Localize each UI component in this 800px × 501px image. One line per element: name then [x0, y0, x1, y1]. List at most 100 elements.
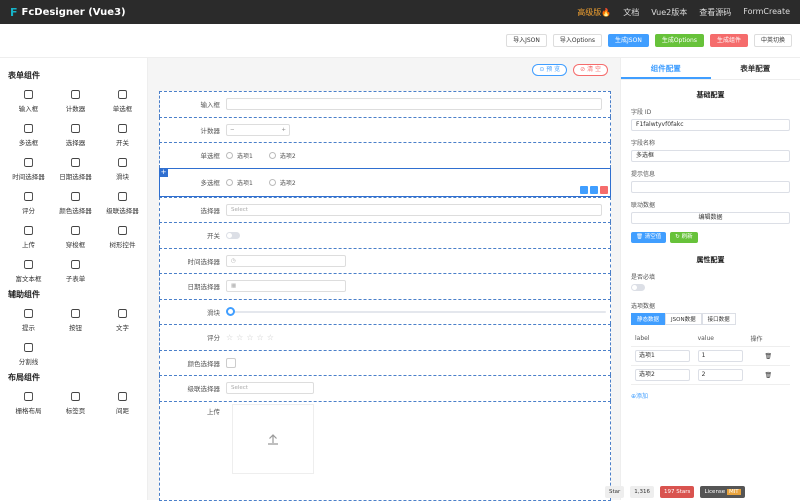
component-item[interactable]: 分割线	[6, 342, 51, 366]
number-stepper[interactable]: −+	[226, 124, 290, 136]
clear-value-button[interactable]: 🗑 清空值	[631, 232, 666, 243]
trash-icon[interactable]: 🗑	[747, 347, 790, 366]
field-switch[interactable]: 开关	[159, 222, 611, 248]
generate-options-button[interactable]: 生成Options	[655, 34, 704, 47]
nav-pro[interactable]: 高级版🔥	[577, 7, 611, 18]
plus-icon[interactable]: +	[281, 125, 286, 135]
copy-icon[interactable]	[590, 186, 598, 194]
add-icon[interactable]	[580, 186, 588, 194]
option-label-input[interactable]: 选项2	[635, 369, 690, 381]
component-item[interactable]: 单选框	[100, 89, 145, 113]
import-json-button[interactable]: 导入JSON	[506, 34, 547, 47]
radio-option[interactable]: 选项2	[269, 151, 296, 160]
component-item[interactable]: 级联选择器	[100, 191, 145, 215]
option-value-input[interactable]: 1	[698, 350, 743, 362]
field-color[interactable]: 颜色选择器	[159, 350, 611, 376]
component-item[interactable]: 选择器	[53, 123, 98, 147]
upload-area[interactable]	[232, 404, 314, 474]
preview-button[interactable]: ⊙ 预 览	[532, 64, 567, 76]
drag-handle-icon[interactable]: +	[159, 168, 168, 177]
nav-source[interactable]: 查看源码	[699, 7, 731, 18]
tab-form-config[interactable]: 表单配置	[711, 58, 800, 79]
segment-static[interactable]: 静态数据	[631, 313, 665, 325]
delete-icon[interactable]	[600, 186, 608, 194]
star-icon[interactable]: ☆	[246, 333, 253, 342]
star-icon[interactable]: ☆	[236, 333, 243, 342]
minus-icon[interactable]: −	[230, 125, 235, 135]
generate-json-button[interactable]: 生成JSON	[608, 34, 649, 47]
component-item[interactable]: 滑块	[100, 157, 145, 181]
option-label-input[interactable]: 选项1	[635, 350, 690, 362]
component-item[interactable]: 计数器	[53, 89, 98, 113]
nav-vue2[interactable]: Vue2版本	[651, 7, 687, 18]
component-item[interactable]: 开关	[100, 123, 145, 147]
component-item[interactable]: 颜色选择器	[53, 191, 98, 215]
radio-option[interactable]: 选项1	[226, 151, 253, 160]
select-input[interactable]: Select	[226, 204, 602, 216]
nav-formcreate[interactable]: FormCreate	[743, 7, 790, 18]
component-item[interactable]: 子表单	[53, 259, 98, 283]
component-item[interactable]: 间距	[100, 391, 145, 415]
component-item[interactable]: 多选框	[6, 123, 51, 147]
component-item[interactable]: 穿梭框	[53, 225, 98, 249]
color-swatch[interactable]	[226, 358, 236, 368]
component-item[interactable]: 富文本框	[6, 259, 51, 283]
stars-badge[interactable]: 197 Stars	[660, 486, 694, 498]
slider-handle[interactable]	[226, 307, 235, 316]
refresh-button[interactable]: ↻ 刷新	[670, 232, 697, 243]
field-rate[interactable]: 评分 ☆☆☆☆☆	[159, 324, 611, 350]
option-value-input[interactable]: 2	[698, 369, 743, 381]
cascader-input[interactable]: Select	[226, 382, 314, 394]
component-item[interactable]: 时间选择器	[6, 157, 51, 181]
component-item[interactable]: 评分	[6, 191, 51, 215]
nav-docs[interactable]: 文档	[623, 7, 639, 18]
required-switch[interactable]	[631, 284, 645, 291]
field-date[interactable]: 日期选择器 ▦	[159, 273, 611, 299]
checkbox-option[interactable]: 选项1	[226, 178, 253, 187]
import-options-button[interactable]: 导入Options	[553, 34, 602, 47]
switch-toggle[interactable]	[226, 232, 240, 239]
component-item[interactable]: 树形控件	[100, 225, 145, 249]
license-badge[interactable]: License MIT	[700, 486, 744, 498]
field-checkbox-selected[interactable]: + 多选框 选项1 选项2	[159, 168, 611, 197]
field-id-input[interactable]: F1falwtyvf0fakc	[631, 119, 790, 131]
edit-data-button[interactable]: 编辑数据	[631, 212, 790, 224]
hint-input[interactable]	[631, 181, 790, 193]
field-select[interactable]: 选择器 Select	[159, 197, 611, 223]
text-input[interactable]	[226, 98, 602, 110]
checkbox-option[interactable]: 选项2	[269, 178, 296, 187]
star-icon[interactable]: ☆	[226, 333, 233, 342]
rating-stars[interactable]: ☆☆☆☆☆	[226, 333, 610, 342]
time-picker[interactable]: ◷	[226, 255, 346, 267]
field-name-input[interactable]: 多选框	[631, 150, 790, 162]
language-switch-button[interactable]: 中英切换	[754, 34, 792, 47]
component-item[interactable]: 标签页	[53, 391, 98, 415]
field-input[interactable]: 输入框	[159, 91, 611, 117]
trash-icon[interactable]: 🗑	[747, 366, 790, 385]
field-counter[interactable]: 计数器 −+	[159, 117, 611, 143]
field-time[interactable]: 时间选择器 ◷	[159, 248, 611, 274]
github-star-button[interactable]: Star	[605, 486, 624, 498]
segment-json[interactable]: JSON数据	[665, 313, 702, 325]
field-radio[interactable]: 单选框 选项1 选项2	[159, 142, 611, 168]
component-item[interactable]: 按钮	[53, 308, 98, 332]
date-picker[interactable]: ▦	[226, 280, 346, 292]
component-item[interactable]: 输入框	[6, 89, 51, 113]
segment-api[interactable]: 接口数据	[702, 313, 736, 325]
star-count[interactable]: 1,316	[630, 486, 654, 498]
clear-button[interactable]: ⊘ 清 空	[573, 64, 608, 76]
component-item[interactable]: 提示	[6, 308, 51, 332]
field-slider[interactable]: 滑块	[159, 299, 611, 325]
generate-component-button[interactable]: 生成组件	[710, 34, 748, 47]
component-item[interactable]: 日期选择器	[53, 157, 98, 181]
star-icon[interactable]: ☆	[267, 333, 274, 342]
add-option-button[interactable]: ⊕添加	[631, 391, 790, 400]
slider-track[interactable]	[230, 311, 606, 313]
field-cascader[interactable]: 级联选择器 Select	[159, 375, 611, 401]
field-upload[interactable]: 上传	[159, 401, 611, 501]
component-item[interactable]: 文字	[100, 308, 145, 332]
component-item[interactable]: 栅格布局	[6, 391, 51, 415]
tab-component-config[interactable]: 组件配置	[621, 58, 711, 79]
component-item[interactable]: 上传	[6, 225, 51, 249]
star-icon[interactable]: ☆	[257, 333, 264, 342]
